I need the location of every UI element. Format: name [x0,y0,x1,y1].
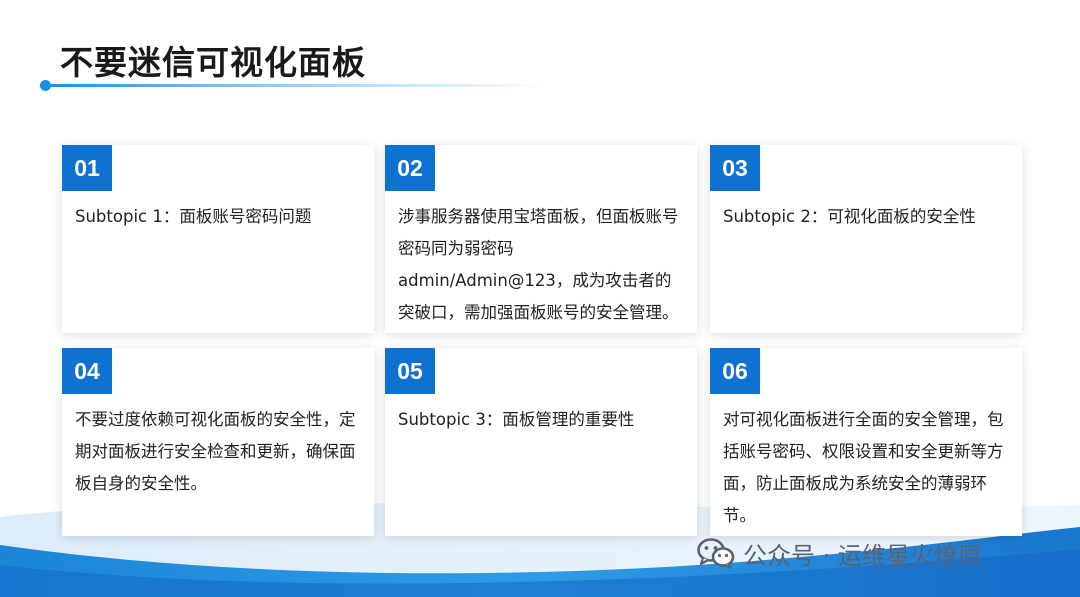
card-text: 不要过度依赖可视化面板的安全性，定期对面板进行安全检查和更新，确保面板自身的安全… [75,410,356,493]
card-02: 02 涉事服务器使用宝塔面板，但面板账号密码同为弱密码admin/Admin@1… [385,145,697,333]
card-05: 05 Subtopic 3：面板管理的重要性 [385,348,697,536]
card-number: 01 [62,145,112,191]
title-underline [48,84,548,87]
card-text: Subtopic 1：面板账号密码问题 [75,207,312,226]
wechat-icon [697,538,735,569]
card-text: Subtopic 2：可视化面板的安全性 [723,207,976,226]
card-number: 05 [385,348,435,394]
slide-title: 不要迷信可视化面板 [60,43,366,82]
watermark: 公众号 · 运维星火燎原 [697,535,982,571]
card-number: 03 [710,145,760,191]
card-04: 04 不要过度依赖可视化面板的安全性，定期对面板进行安全检查和更新，确保面板自身… [62,348,374,536]
card-number: 02 [385,145,435,191]
card-text: Subtopic 3：面板管理的重要性 [398,410,635,429]
card-03: 03 Subtopic 2：可视化面板的安全性 [710,145,1022,333]
card-number: 06 [710,348,760,394]
card-06: 06 对可视化面板进行全面的安全管理，包括账号密码、权限设置和安全更新等方面，防… [710,348,1022,536]
card-text: 涉事服务器使用宝塔面板，但面板账号密码同为弱密码admin/Admin@123，… [398,207,679,322]
watermark-text: 公众号 · 运维星火燎原 [743,541,982,570]
card-number: 04 [62,348,112,394]
card-01: 01 Subtopic 1：面板账号密码问题 [62,145,374,333]
card-text: 对可视化面板进行全面的安全管理，包括账号密码、权限设置和安全更新等方面，防止面板… [723,410,1004,525]
